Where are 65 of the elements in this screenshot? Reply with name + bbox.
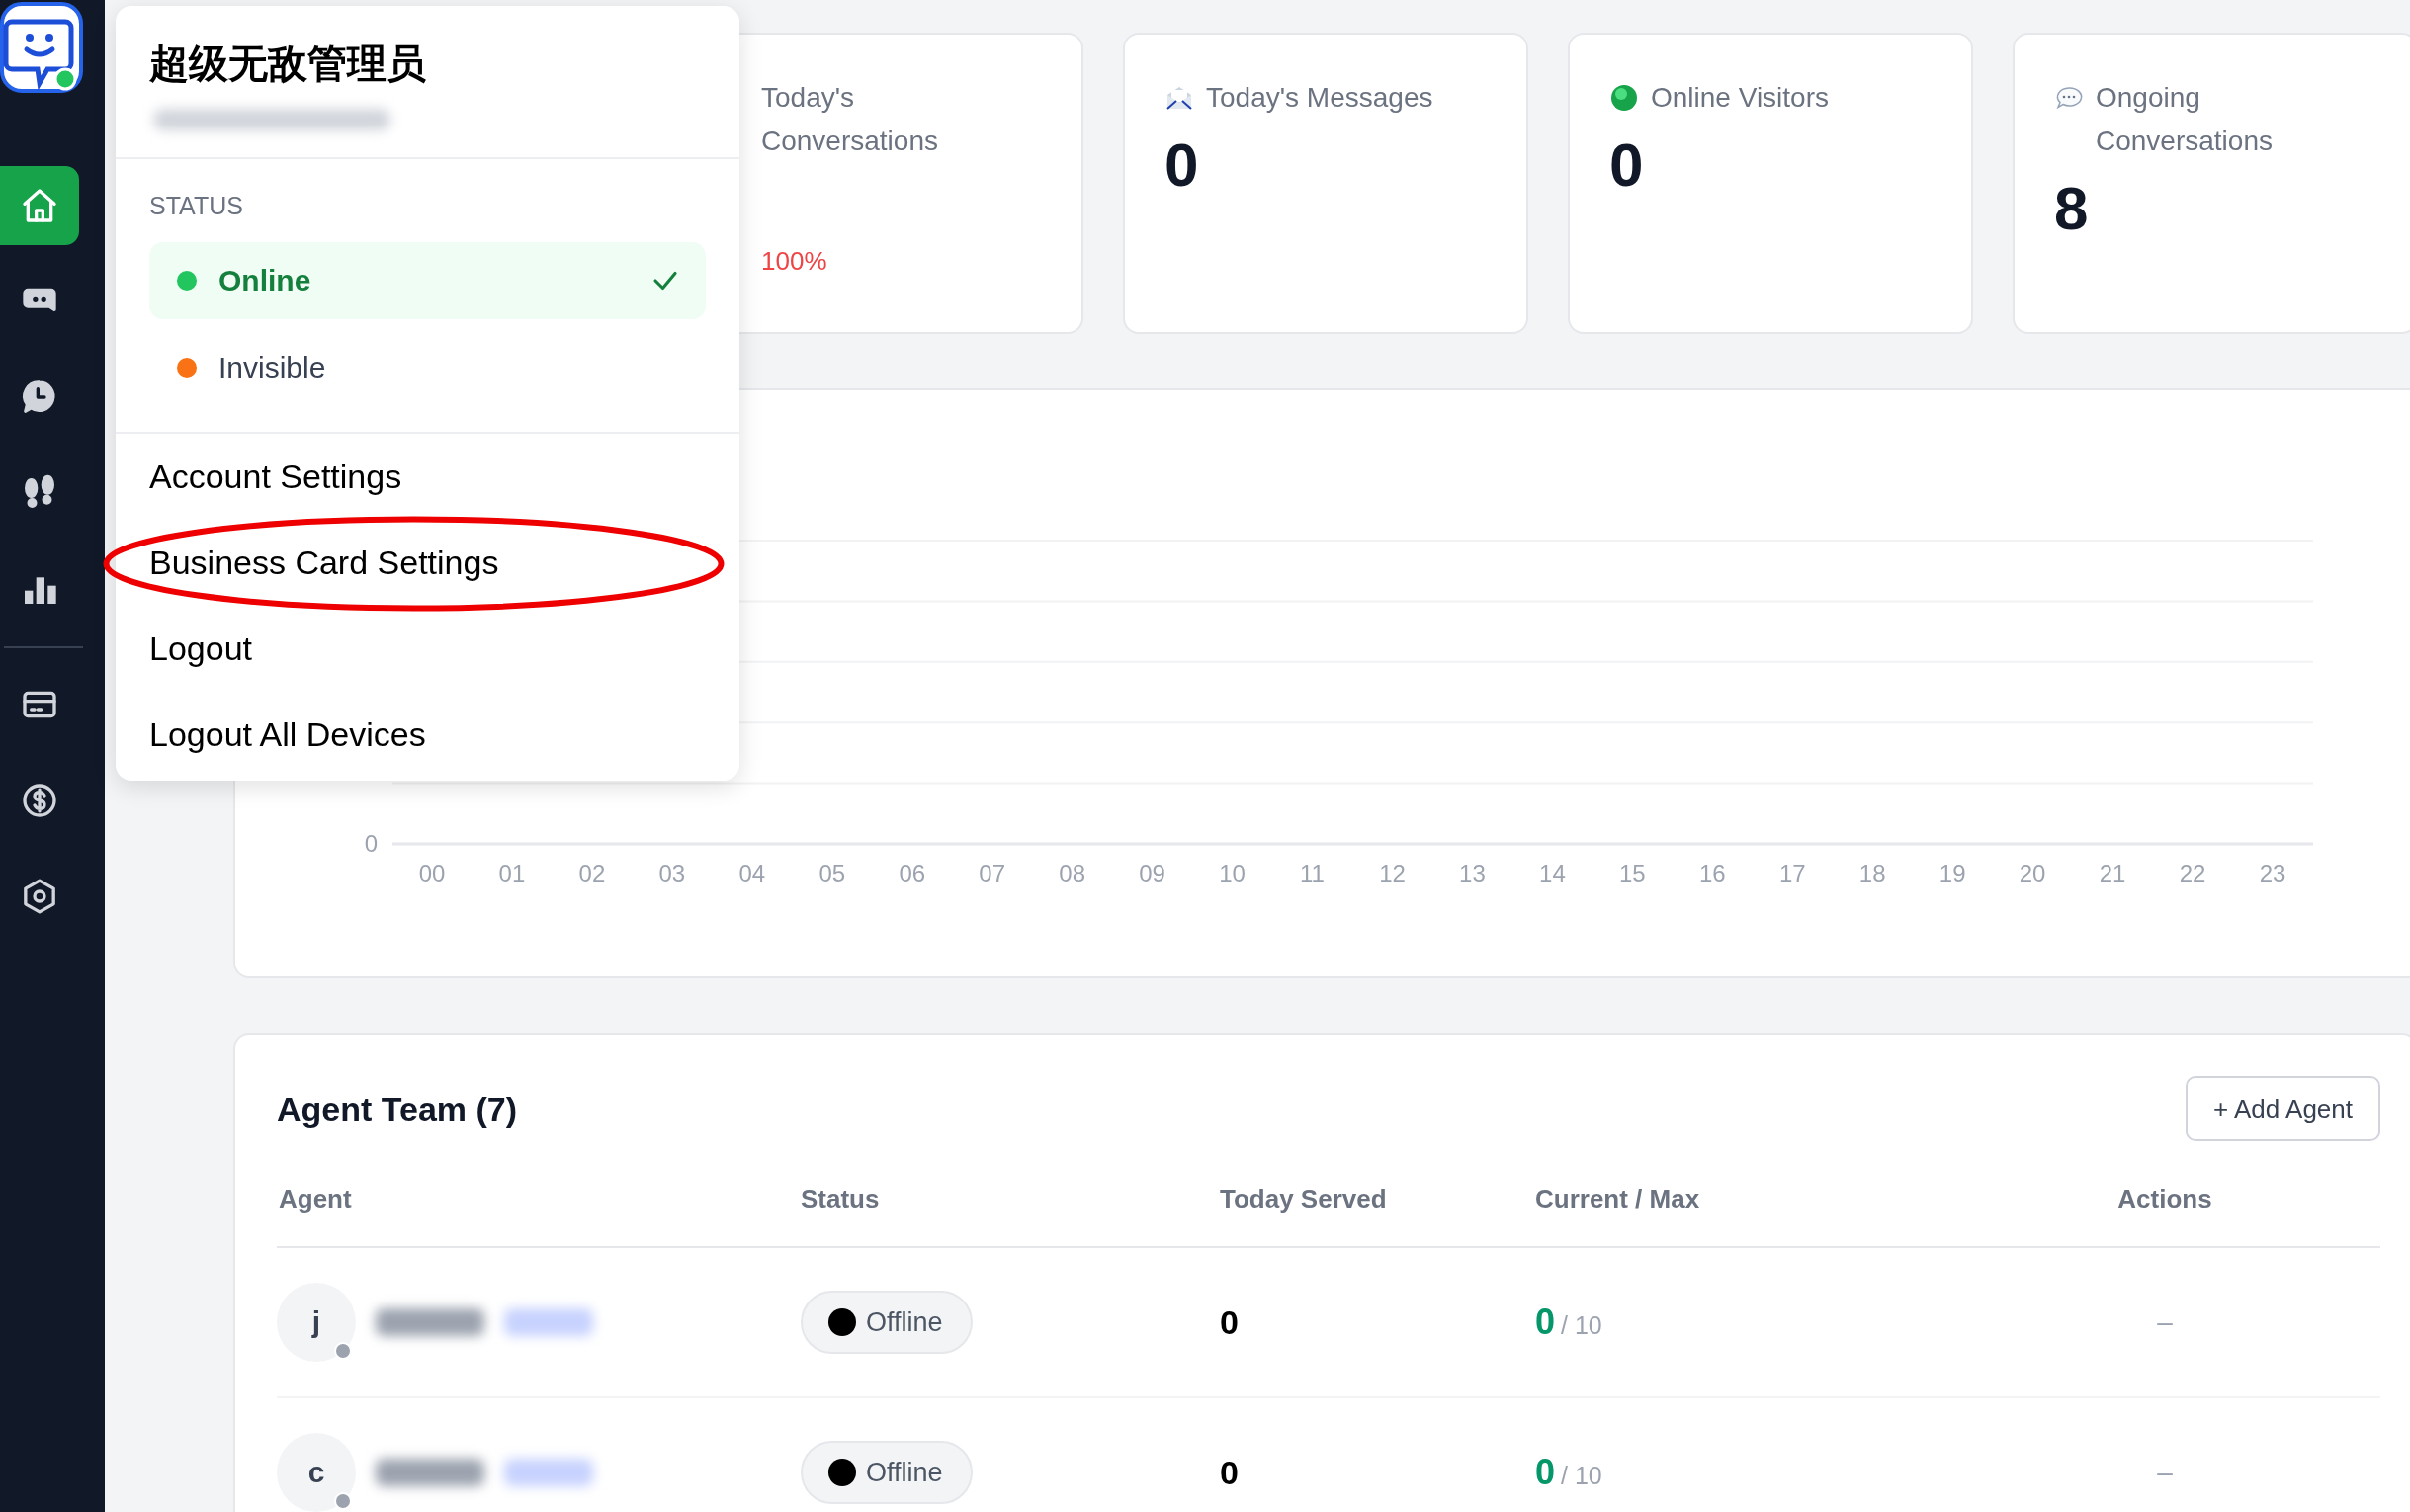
max-count: / 10 [1561, 1462, 1602, 1490]
x-axis-label: 22 [2179, 860, 2206, 886]
no-actions: – [2157, 1306, 2173, 1337]
menu-item[interactable]: Logout All Devices [116, 692, 739, 778]
no-actions: – [2157, 1457, 2173, 1487]
x-axis-label: 03 [658, 860, 686, 886]
current-count: 0 [1535, 1302, 1556, 1343]
stat-value: 0 [1164, 129, 1200, 201]
column-header: Current / Max [1535, 1183, 1701, 1215]
menu-item[interactable]: Logout [116, 606, 739, 692]
x-axis-label: 00 [418, 860, 446, 886]
x-axis-label: 14 [1539, 860, 1566, 886]
x-axis-label: 10 [1219, 860, 1246, 886]
status-option[interactable]: Invisible [149, 329, 706, 406]
x-axis-label: 01 [498, 860, 526, 886]
x-axis-label: 21 [2099, 860, 2126, 886]
menu-item[interactable]: Account Settings [116, 434, 739, 520]
y-axis-label: 0 [364, 830, 378, 857]
logo-icon[interactable] [0, 0, 84, 96]
x-axis-label: 19 [1938, 860, 1966, 886]
column-header: Agent [278, 1183, 353, 1215]
x-axis-label: 17 [1778, 860, 1806, 886]
stat-value: 8 [2054, 173, 2090, 244]
x-axis-label: 09 [1139, 860, 1165, 886]
x-axis-label: 11 [1300, 860, 1325, 886]
x-axis-label: 12 [1379, 860, 1406, 886]
stat-label: Today's Messages [1206, 81, 1433, 115]
stat-value: 0 [1609, 129, 1645, 201]
circle-icon [1609, 83, 1639, 113]
nav-home-button[interactable] [0, 166, 79, 245]
user-name: 超级无敌管理员 [149, 40, 427, 87]
column-header: Actions [2116, 1183, 2213, 1215]
status-pill: Offline [801, 1441, 973, 1504]
add-agent-button[interactable]: + Add Agent [2186, 1076, 2380, 1141]
avatar: c [277, 1433, 356, 1512]
x-axis-label: 08 [1059, 860, 1085, 886]
max-count: / 10 [1561, 1311, 1602, 1340]
dollar-icon [20, 781, 59, 820]
section-label: STATUS [149, 191, 244, 220]
x-axis-label: 20 [2019, 860, 2046, 886]
column-header: Today Served [1220, 1183, 1388, 1215]
x-axis-label: 04 [738, 860, 766, 886]
x-axis-label: 02 [578, 860, 606, 886]
current-count: 0 [1535, 1452, 1556, 1493]
stat-label: Today's Conversations [761, 81, 939, 158]
x-axis-label: 15 [1619, 860, 1646, 886]
x-axis-label: 23 [2259, 860, 2286, 886]
status-option[interactable]: Online [149, 242, 706, 319]
x-axis-label: 18 [1858, 860, 1886, 886]
served-count: 0 [1220, 1453, 1239, 1491]
x-axis-label: 07 [979, 860, 1006, 886]
x-axis-label: 16 [1698, 860, 1726, 886]
menu-item[interactable]: Business Card Settings [116, 520, 739, 606]
status-pill: Offline [801, 1291, 973, 1354]
avatar: j [277, 1283, 356, 1362]
stat-label: Ongoing Conversations [2096, 81, 2274, 158]
served-count: 0 [1220, 1302, 1239, 1341]
x-axis-label: 06 [899, 860, 926, 886]
x-axis-label: 05 [818, 860, 846, 886]
column-header: Status [801, 1183, 881, 1215]
stat-label: Online Visitors [1651, 81, 1829, 115]
x-axis-label: 13 [1459, 860, 1486, 886]
stat-change: 100% [761, 246, 828, 277]
home-icon [20, 186, 59, 225]
section-title: Agent Team (7) [277, 1089, 518, 1129]
